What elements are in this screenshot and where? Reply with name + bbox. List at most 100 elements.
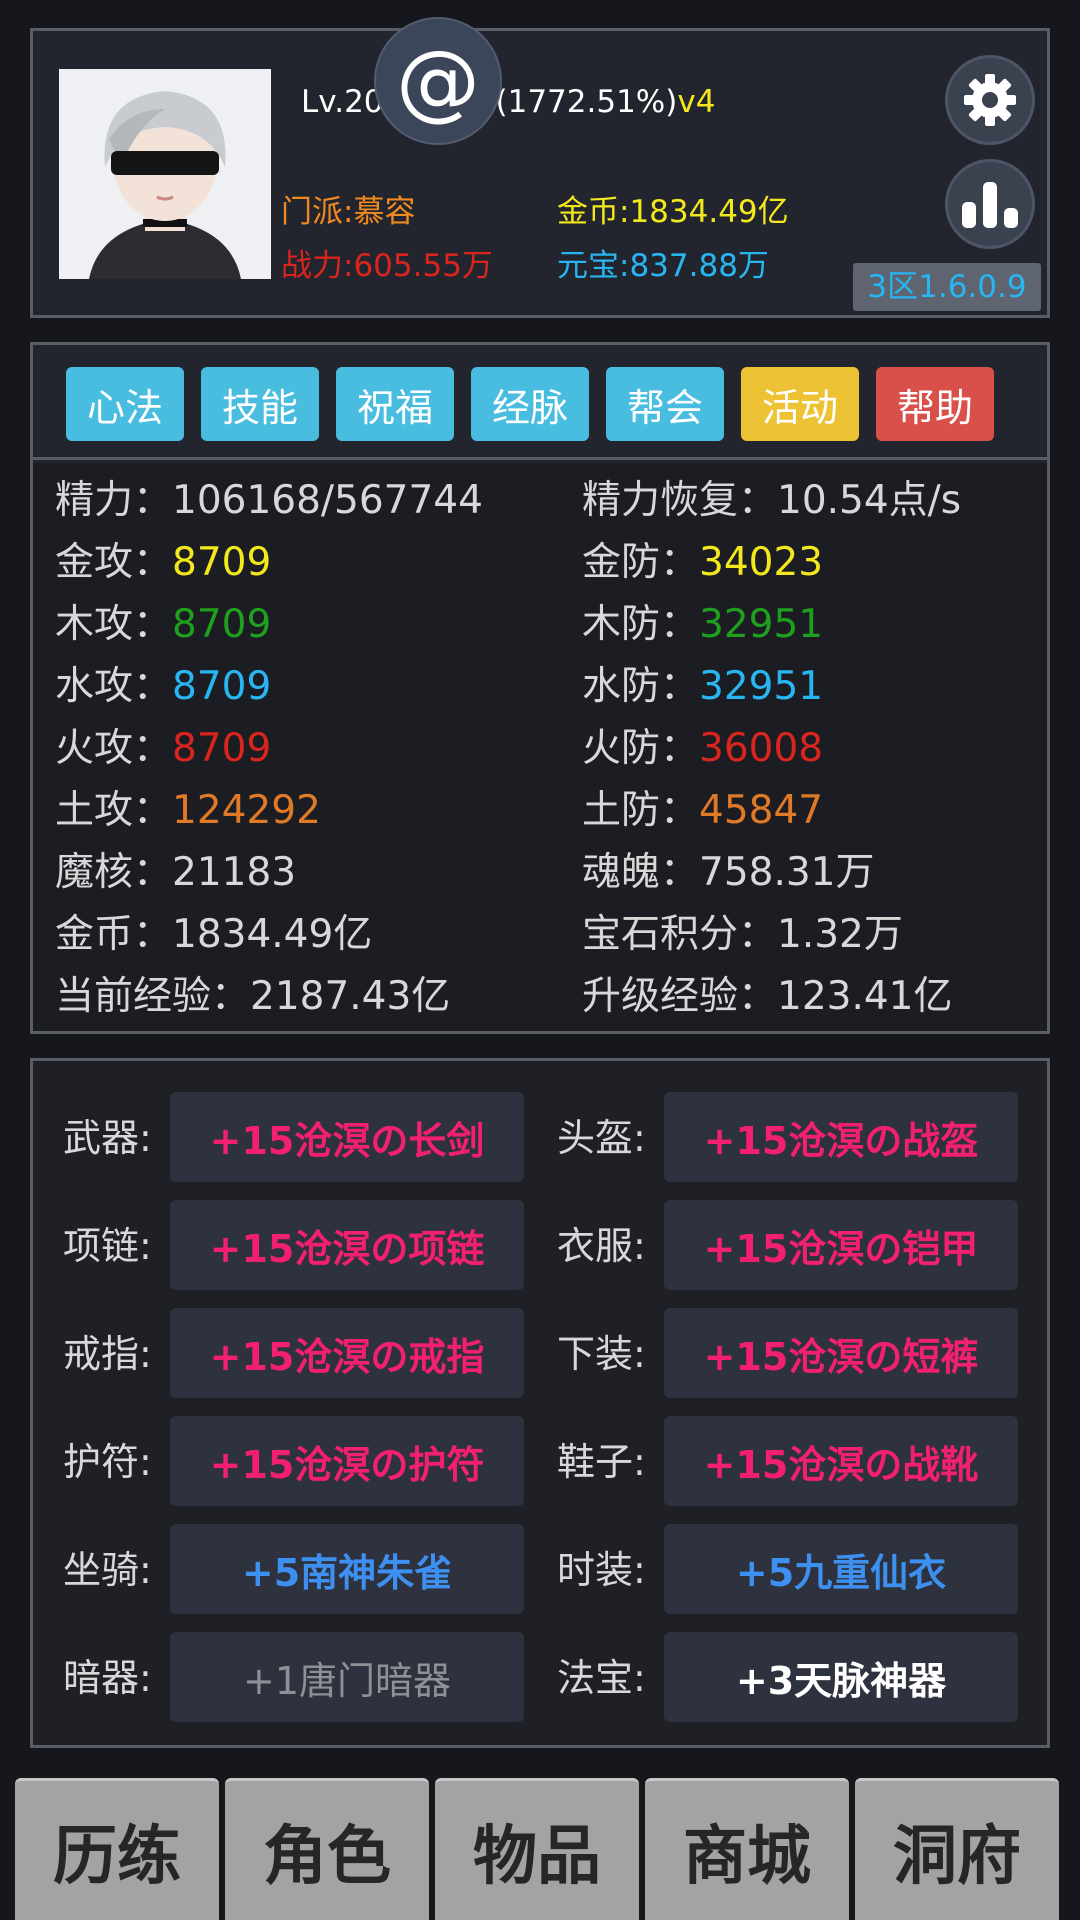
stat-label: 魔核： (55, 850, 173, 895)
combat-power: 战力:605.55万 (281, 248, 493, 284)
stat-label: 水攻： (55, 664, 173, 709)
stat-value: 1.32万 (777, 912, 903, 957)
equip-slot-hidden-weapon[interactable]: +1唐门暗器 (170, 1632, 524, 1722)
stat-value: 8709 (172, 540, 272, 585)
stat-label: 金攻： (55, 540, 173, 585)
nav-tab-training[interactable]: 历练 (15, 1778, 219, 1920)
slot-label-helmet: 头盔: (557, 1116, 646, 1160)
stat-value: 34023 (699, 540, 824, 585)
stat-label: 水防： (582, 664, 700, 709)
settings-button[interactable] (945, 55, 1035, 145)
stat-value: 1834.49亿 (172, 912, 373, 957)
stat-value: 45847 (699, 788, 824, 833)
stat-fire-defense: 火防：36008 (582, 729, 823, 768)
menu-button-blessing[interactable]: 祝福 (336, 367, 454, 441)
stat-label: 火防： (582, 726, 700, 771)
equip-slot-weapon[interactable]: +15沧溟の长剑 (170, 1092, 524, 1182)
equip-slot-necklace[interactable]: +15沧溟の项链 (170, 1200, 524, 1290)
sect-label: 门派:慕容 (281, 194, 416, 230)
equip-slot-boots[interactable]: +15沧溟の战靴 (664, 1416, 1018, 1506)
stat-label: 火攻： (55, 726, 173, 771)
stat-label: 金币： (55, 912, 173, 957)
stat-label: 魂魄： (582, 850, 700, 895)
stat-soul: 魂魄：758.31万 (582, 853, 874, 892)
slot-label-necklace: 项链: (63, 1224, 152, 1268)
menu-button-meridian[interactable]: 经脉 (471, 367, 589, 441)
bar-chart-icon (962, 182, 1018, 228)
stat-current-exp: 当前经验：2187.43亿 (55, 977, 450, 1016)
menu-button-skills[interactable]: 技能 (201, 367, 319, 441)
stat-metal-attack: 金攻：8709 (55, 543, 271, 582)
level-exp-line: Lv.20 (1772.51%)v4 (301, 87, 715, 118)
stat-gem-points: 宝石积分：1.32万 (582, 915, 903, 954)
level-text: Lv.20 (301, 84, 384, 120)
slot-label-fashion: 时装: (557, 1548, 646, 1592)
nav-tab-shop[interactable]: 商城 (645, 1778, 849, 1920)
equip-slot-mount[interactable]: +5南神朱雀 (170, 1524, 524, 1614)
nav-tab-items[interactable]: 物品 (435, 1778, 639, 1920)
stat-water-defense: 水防：32951 (582, 667, 823, 706)
equip-slot-amulet[interactable]: +15沧溟の护符 (170, 1416, 524, 1506)
menu-button-events[interactable]: 活动 (741, 367, 859, 441)
stat-label: 宝石积分： (582, 912, 778, 957)
server-version-badge: 3区1.6.0.9 (853, 263, 1041, 311)
equip-slot-treasure[interactable]: +3天脉神器 (664, 1632, 1018, 1722)
stat-wood-attack: 木攻：8709 (55, 605, 271, 644)
stat-value: 10.54点/s (777, 478, 962, 523)
ingot-amount: 元宝:837.88万 (557, 248, 769, 284)
stat-value: 124292 (172, 788, 321, 833)
equip-slot-fashion[interactable]: +5九重仙衣 (664, 1524, 1018, 1614)
stat-water-attack: 水攻：8709 (55, 667, 271, 706)
slot-label-pants: 下装: (557, 1332, 646, 1376)
slot-label-weapon: 武器: (63, 1116, 152, 1160)
function-menu-bar: 心法 技能 祝福 经脉 帮会 活动 帮助 (33, 345, 1047, 460)
equipment-panel: 武器: +15沧溟の长剑 项链: +15沧溟の项链 戒指: +15沧溟の戒指 护… (30, 1058, 1050, 1748)
menu-button-guild[interactable]: 帮会 (606, 367, 724, 441)
stat-fire-attack: 火攻：8709 (55, 729, 271, 768)
stat-value: 123.41亿 (777, 974, 953, 1019)
nav-tab-character[interactable]: 角色 (225, 1778, 429, 1920)
equip-slot-armor[interactable]: +15沧溟の铠甲 (664, 1200, 1018, 1290)
menu-button-xinfa[interactable]: 心法 (66, 367, 184, 441)
equip-slot-pants[interactable]: +15沧溟の短裤 (664, 1308, 1018, 1398)
equip-slot-ring[interactable]: +15沧溟の戒指 (170, 1308, 524, 1398)
exp-percent: (1772.51%) (495, 84, 678, 120)
stat-label: 升级经验： (582, 974, 778, 1019)
slot-label-hidden-weapon: 暗器: (63, 1656, 152, 1700)
stat-earth-defense: 土防：45847 (582, 791, 823, 830)
slot-label-mount: 坐骑: (63, 1548, 152, 1592)
stat-wood-defense: 木防：32951 (582, 605, 823, 644)
slot-label-amulet: 护符: (63, 1440, 152, 1484)
slot-label-armor: 衣服: (557, 1224, 646, 1268)
stat-levelup-exp: 升级经验：123.41亿 (582, 977, 952, 1016)
stat-value: 8709 (172, 664, 272, 709)
equip-slot-helmet[interactable]: +15沧溟の战盔 (664, 1092, 1018, 1182)
slot-label-treasure: 法宝: (557, 1656, 646, 1700)
stat-value: 32951 (699, 602, 824, 647)
ranking-button[interactable] (945, 159, 1035, 249)
stat-value: 8709 (172, 726, 272, 771)
gear-icon (964, 74, 1016, 126)
attribute-grid: 精力：106168/567744 金攻：8709 木攻：8709 水攻：8709… (33, 463, 1047, 1031)
stat-label: 木攻： (55, 602, 173, 647)
menu-button-help[interactable]: 帮助 (876, 367, 994, 441)
bottom-navigation: 历练 角色 物品 商城 洞府 (0, 1770, 1080, 1920)
stat-metal-defense: 金防：34023 (582, 543, 823, 582)
stat-label: 精力恢复： (582, 478, 778, 523)
slot-label-ring: 戒指: (63, 1332, 152, 1376)
mention-button[interactable]: @ (374, 17, 502, 145)
nav-tab-cave[interactable]: 洞府 (855, 1778, 1059, 1920)
stat-value: 758.31万 (699, 850, 875, 895)
avatar-portrait (59, 69, 271, 279)
stat-value: 36008 (699, 726, 824, 771)
avatar[interactable] (59, 69, 271, 279)
slot-label-boots: 鞋子: (557, 1440, 646, 1484)
stat-energy-regen: 精力恢复：10.54点/s (582, 481, 961, 520)
stat-value: 32951 (699, 664, 824, 709)
stat-label: 当前经验： (55, 974, 251, 1019)
gold-amount: 金币:1834.49亿 (557, 194, 789, 230)
stat-label: 精力： (55, 478, 173, 523)
stat-earth-attack: 土攻：124292 (55, 791, 321, 830)
stat-gold: 金币：1834.49亿 (55, 915, 372, 954)
vip-level: v4 (677, 84, 716, 120)
